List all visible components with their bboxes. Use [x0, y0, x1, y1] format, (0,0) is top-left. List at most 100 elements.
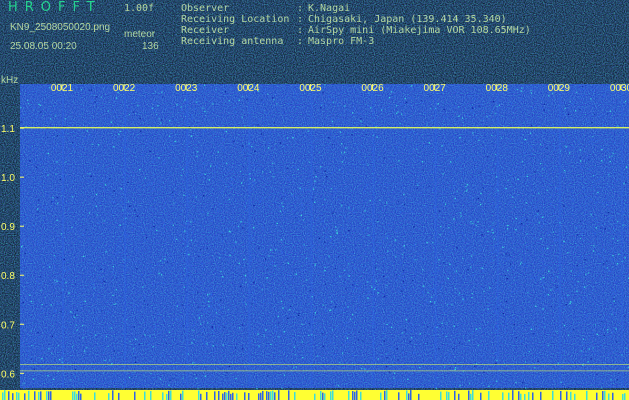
noise-dot [105, 189, 107, 191]
noise-dot [480, 103, 482, 105]
noise-dot [49, 384, 51, 386]
level-bar-gap [144, 391, 146, 400]
noise-dot [415, 202, 417, 204]
noise-dot [79, 96, 82, 98]
level-bar-gap [454, 390, 456, 400]
noise-dot [603, 285, 605, 287]
noise-dot [183, 321, 185, 323]
noise-dot [88, 212, 91, 214]
noise-dot [437, 103, 439, 105]
noise-dot [538, 192, 540, 194]
noise-dot [127, 236, 129, 238]
noise-dot [112, 211, 114, 213]
noise-dot [338, 329, 340, 331]
noise-dot [312, 293, 315, 295]
noise-dot [287, 336, 289, 338]
noise-dot [308, 334, 310, 336]
noise-dot [521, 161, 523, 163]
noise-dot [296, 93, 299, 95]
noise-dot [194, 178, 196, 180]
noise-dot [68, 191, 70, 194]
noise-dot [180, 362, 182, 364]
noise-dot [156, 229, 158, 232]
noise-dot [128, 114, 131, 116]
noise-dot [402, 352, 404, 354]
noise-dot [205, 298, 207, 300]
noise-dot [199, 323, 202, 325]
noise-dot [555, 380, 557, 382]
noise-dot [470, 287, 473, 289]
noise-dot [278, 230, 280, 232]
noise-dot [161, 354, 163, 356]
noise-dot [169, 121, 171, 123]
noise-dot [307, 295, 310, 297]
noise-dot [562, 381, 564, 383]
noise-dot [189, 214, 191, 217]
y-tick-label: 0.6 [1, 369, 15, 380]
noise-dot [501, 290, 503, 292]
level-bar-gap [410, 390, 412, 400]
noise-dot [368, 105, 370, 107]
noise-dot [37, 208, 39, 210]
noise-dot [601, 261, 603, 263]
noise-dot [221, 192, 223, 195]
noise-dot [354, 97, 357, 99]
level-bar-gap [244, 392, 246, 400]
noise-dot [377, 358, 379, 360]
noise-dot [624, 365, 627, 367]
noise-dot [343, 151, 346, 153]
noise-dot [411, 336, 413, 339]
noise-dot [412, 258, 415, 261]
noise-dot [314, 312, 316, 314]
noise-dot [292, 137, 294, 139]
noise-dot [218, 304, 220, 306]
noise-dot [472, 323, 475, 325]
noise-dot [37, 286, 40, 288]
noise-dot [548, 384, 550, 386]
noise-dot [246, 299, 248, 301]
noise-dot [196, 155, 198, 157]
noise-dot [256, 122, 258, 124]
noise-dot [80, 89, 83, 91]
noise-dot [56, 235, 58, 237]
noise-dot [197, 306, 199, 308]
noise-dot [158, 118, 160, 120]
noise-dot [139, 99, 141, 102]
noise-dot [378, 143, 380, 145]
noise-dot [570, 270, 572, 272]
noise-dot [261, 99, 263, 101]
noise-dot [262, 120, 264, 122]
noise-dot [253, 227, 255, 229]
noise-dot [46, 133, 48, 135]
noise-dot [202, 339, 204, 341]
noise-dot [399, 378, 401, 380]
level-bar-gap [166, 393, 168, 400]
noise-dot [462, 299, 465, 302]
noise-dot [273, 122, 276, 124]
noise-dot [104, 184, 107, 186]
noise-dot [524, 361, 527, 363]
noise-dot [163, 223, 166, 225]
noise-dot [195, 168, 197, 171]
noise-dot [394, 239, 397, 241]
noise-dot [24, 253, 26, 255]
noise-dot [488, 303, 490, 305]
noise-dot [453, 105, 456, 108]
noise-dot [162, 318, 165, 320]
noise-dot [235, 105, 237, 107]
noise-dot [56, 196, 59, 199]
noise-dot [93, 286, 95, 288]
level-bar-gap [74, 391, 76, 400]
noise-dot [527, 384, 529, 386]
noise-dot [107, 345, 109, 347]
noise-dot [119, 130, 121, 133]
noise-dot [197, 256, 200, 258]
level-bar-gap [380, 392, 382, 400]
noise-dot [455, 234, 457, 236]
noise-dot [22, 311, 24, 313]
noise-dot [72, 196, 74, 198]
noise-dot [112, 294, 114, 297]
noise-dot [572, 329, 575, 331]
noise-dot [277, 315, 279, 318]
noise-dot [534, 171, 536, 173]
